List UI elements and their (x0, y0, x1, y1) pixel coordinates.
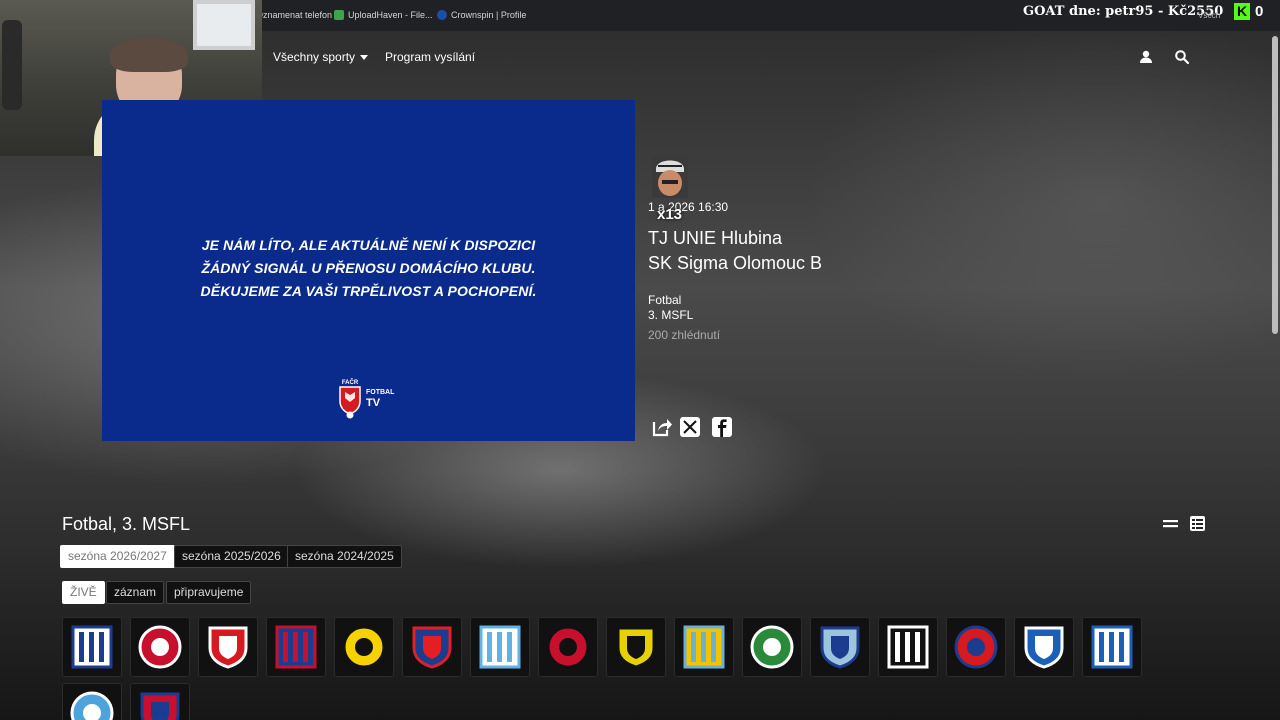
club-crest-icon (546, 625, 590, 669)
club-logo[interactable] (946, 617, 1006, 677)
club-crest-icon (479, 625, 521, 669)
club-logo[interactable] (538, 617, 598, 677)
home-team: TJ UNIE Hlubina (648, 228, 783, 248)
season-tab-2025[interactable]: sezóna 2025/2026 (174, 545, 289, 568)
club-logo[interactable] (334, 617, 394, 677)
message-line: ŽÁDNÝ SIGNÁL U PŘENOSU DOMÁCÍHO KLUBU. (201, 260, 536, 276)
bookmark-1[interactable]: Oznamenat telefon (256, 10, 332, 20)
no-signal-message: JE NÁM LÍTO, ALE AKTUÁLNĚ NENÍ K DISPOZI… (201, 234, 537, 303)
club-crest-icon (954, 625, 998, 669)
club-logo[interactable] (470, 617, 530, 677)
club-crest-icon (887, 625, 929, 669)
club-logo[interactable] (266, 617, 326, 677)
kick-logo-icon: K (1234, 3, 1250, 20)
club-logo[interactable] (62, 617, 122, 677)
bookmark-label: Oznamenat telefon (256, 10, 333, 20)
list-view-icon[interactable] (1162, 515, 1179, 532)
facr-shield-icon: FAČR (339, 379, 361, 419)
club-logo[interactable] (402, 617, 462, 677)
club-logo[interactable] (878, 617, 938, 677)
filter-recorded[interactable]: záznam (106, 581, 165, 604)
club-crest-icon (1091, 625, 1133, 669)
club-logo[interactable] (1082, 617, 1142, 677)
video-player[interactable]: JE NÁM LÍTO, ALE AKTUÁLNĚ NENÍ K DISPOZI… (102, 100, 635, 441)
club-crest-icon (750, 625, 794, 669)
club-crest-icon (820, 626, 860, 669)
club-crest-icon (275, 625, 317, 669)
user-icon[interactable] (1138, 49, 1154, 65)
chat-avatar-icon (652, 156, 688, 198)
bookmark-label: UploadHaven - File... (348, 10, 433, 20)
nav-all-sports[interactable]: Všechny sporty (273, 50, 369, 64)
sport-link[interactable]: Fotbal (648, 293, 681, 307)
club-crest-icon (208, 626, 248, 669)
season-tab-2024[interactable]: sezóna 2024/2025 (287, 545, 402, 568)
bookmark-2[interactable]: UploadHaven - File... (334, 10, 433, 20)
club-crest-icon (683, 625, 725, 669)
club-logo[interactable] (742, 617, 802, 677)
kick-counter: 0 (1255, 3, 1264, 20)
club-crest-icon (140, 692, 180, 720)
section-title: Fotbal, 3. MSFL (62, 514, 191, 534)
club-logo[interactable] (62, 683, 122, 720)
club-crest-icon (412, 626, 452, 669)
webcam-person-hair (110, 38, 188, 72)
x-twitter-icon[interactable] (679, 416, 701, 438)
away-team: SK Sigma Olomouc B (648, 253, 823, 273)
league-link[interactable]: 3. MSFL (648, 308, 693, 322)
crown-icon (437, 10, 447, 20)
brand-tv: TV (366, 397, 381, 409)
club-crest-icon (1024, 626, 1064, 669)
club-logo[interactable] (198, 617, 258, 677)
scrollbar[interactable] (1272, 36, 1278, 334)
club-crest-icon (342, 625, 386, 669)
club-logo[interactable] (130, 617, 190, 677)
club-logo[interactable] (810, 617, 870, 677)
message-line: JE NÁM LÍTO, ALE AKTUÁLNĚ NENÍ K DISPOZI… (201, 237, 536, 253)
club-logo[interactable] (674, 617, 734, 677)
page: Oznamenat telefon UploadHaven - File... … (0, 0, 1280, 720)
fotbal-tv-wordmark: FOTBAL TV (366, 389, 394, 409)
all-bookmarks-link[interactable]: Všech (1198, 11, 1220, 20)
table-view-icon[interactable] (1189, 515, 1206, 532)
view-count: 200 zhlédnutí (648, 328, 721, 342)
chat-badge: x13 (657, 206, 683, 223)
upload-icon (334, 10, 344, 20)
club-logo[interactable] (1014, 617, 1074, 677)
filter-live[interactable]: ŽIVĚ (62, 581, 105, 604)
club-crest-icon (71, 625, 113, 669)
search-icon[interactable] (1174, 49, 1190, 65)
club-logo[interactable] (606, 617, 666, 677)
share-icon[interactable] (651, 416, 673, 438)
season-tab-2026[interactable]: sezóna 2026/2027 (60, 545, 175, 568)
message-line: DĚKUJEME ZA VAŠI TRPĚLIVOST A POCHOPENÍ. (200, 283, 537, 299)
club-logo[interactable] (130, 683, 190, 720)
club-crest-icon (70, 691, 114, 720)
nav-all-sports-label: Všechny sporty (273, 50, 356, 64)
fotbal-tv-logo: FAČR FOTBAL TV (338, 378, 394, 420)
club-crest-icon (138, 625, 182, 669)
club-crest-icon (616, 626, 656, 669)
facebook-icon[interactable] (711, 416, 733, 438)
caret-down-icon (360, 55, 369, 61)
bookmark-3[interactable]: Crownspin | Profile (437, 10, 526, 20)
brand-name: FOTBAL (366, 389, 395, 396)
webcam-window (193, 0, 255, 50)
filter-upcoming[interactable]: připravujeme (166, 581, 252, 604)
bookmark-label: Crownspin | Profile (451, 10, 527, 20)
goat-of-day-text: GOAT dne: petr95 - Kč2550 (1023, 4, 1224, 19)
webcam-chair (2, 20, 22, 110)
nav-program[interactable]: Program vysílání (385, 50, 475, 64)
facr-text: FAČR (342, 379, 359, 386)
